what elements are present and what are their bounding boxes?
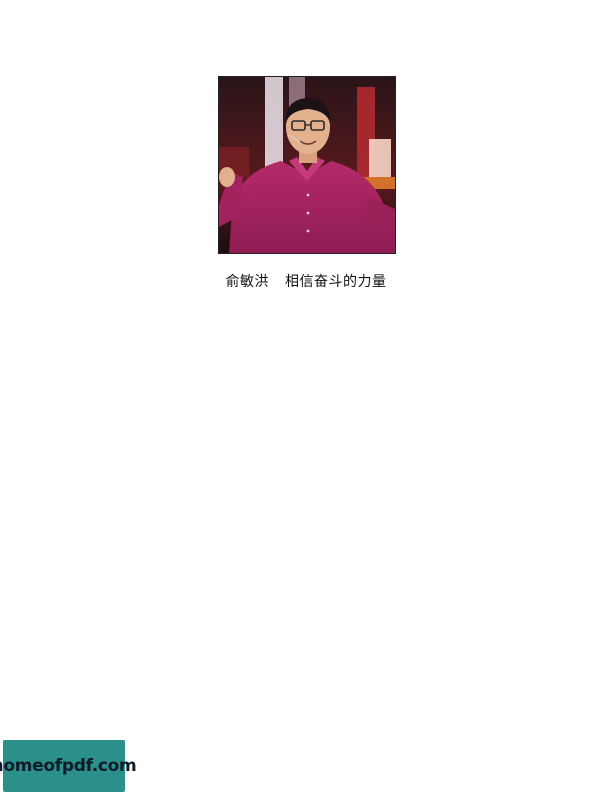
watermark-logo[interactable]: homeofpdf.com bbox=[0, 740, 137, 792]
book-caption: 俞敏洪 相信奋斗的力量 bbox=[0, 271, 612, 291]
book-title: 相信奋斗的力量 bbox=[285, 274, 387, 290]
speaker-photo-illustration bbox=[219, 77, 395, 253]
watermark-text: homeofpdf.com bbox=[0, 756, 137, 776]
author-name: 俞敏洪 bbox=[225, 274, 269, 290]
cover-photo bbox=[218, 76, 396, 254]
